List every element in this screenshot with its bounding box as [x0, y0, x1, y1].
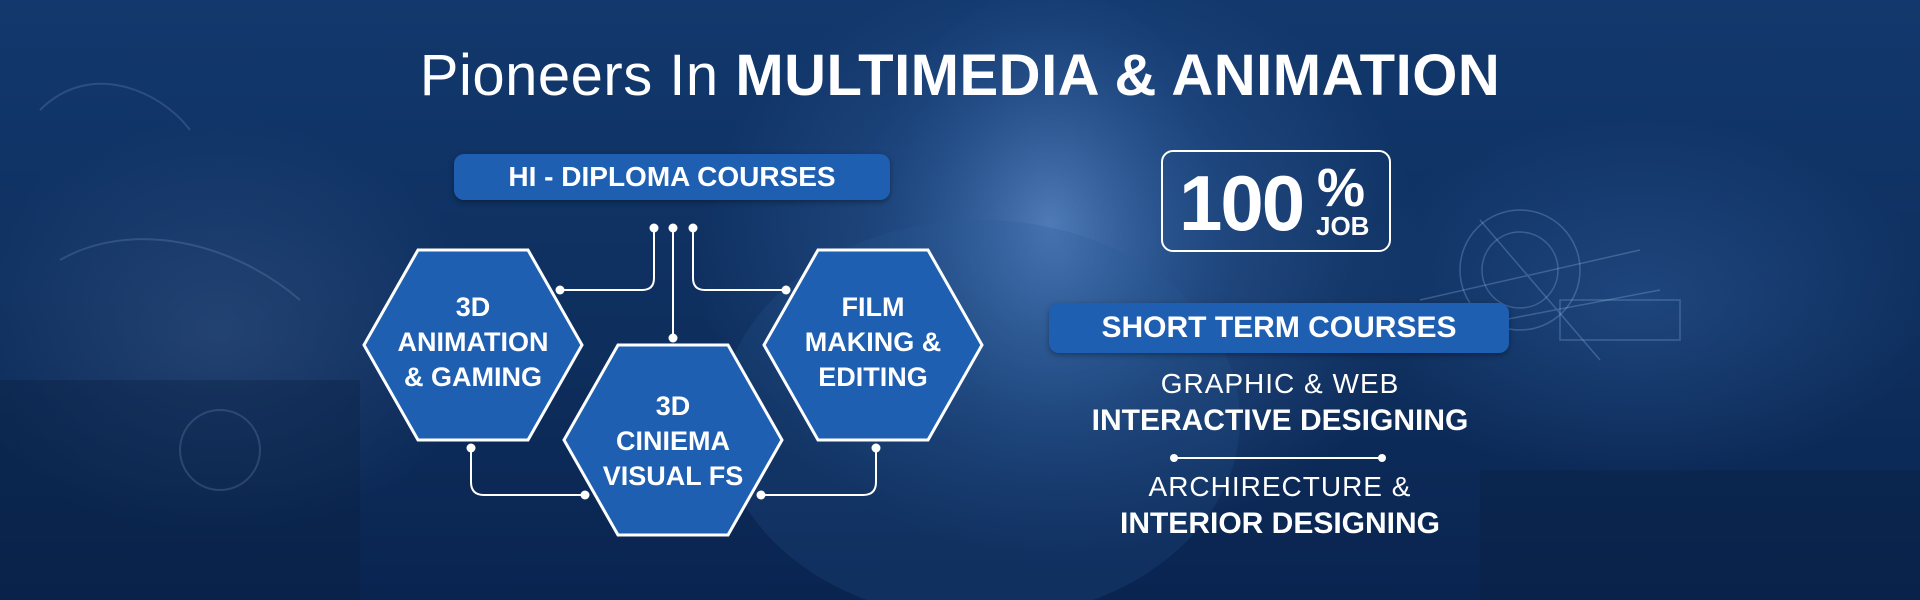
percent-sign: % [1317, 158, 1366, 218]
course-hexagon-label: 3D ANIMATION & GAMING [362, 290, 584, 395]
hex-line: 3D [655, 391, 691, 421]
hex-line: ANIMATION [397, 327, 549, 357]
short-course-title: INTERIOR DESIGNING [1119, 507, 1441, 540]
hex-line: EDITING [818, 362, 928, 392]
short-course-line: GRAPHIC & WEB [1160, 368, 1400, 399]
hex-line: & GAMING [404, 362, 542, 392]
short-course-title: INTERACTIVE DESIGNING [1091, 404, 1469, 437]
connector-dot [871, 443, 881, 453]
course-hexagon-label: 3D CINIEMA VISUAL FS [562, 389, 784, 494]
connector-dot [688, 223, 698, 233]
job-guarantee-badge: 100 % JOB [1161, 150, 1391, 252]
course-divider [1174, 457, 1382, 459]
job-percentage-number: 100 [1179, 159, 1305, 247]
hex-line: VISUAL FS [602, 461, 744, 491]
connector-dot [668, 223, 678, 233]
hex-line: FILM [841, 292, 905, 322]
hex-line: CINIEMA [616, 426, 730, 456]
course-hexagon-3d-animation[interactable]: 3D ANIMATION & GAMING [362, 248, 584, 442]
connector-dot [649, 223, 659, 233]
course-hexagon-label: FILM MAKING & EDITING [762, 290, 984, 395]
course-hexagon-3d-cinema[interactable]: 3D CINIEMA VISUAL FS [562, 343, 784, 537]
short-course-line: ARCHIRECTURE & [1148, 471, 1412, 502]
connector-dot [466, 443, 476, 453]
connector-dot [668, 333, 678, 343]
divider-dot [1378, 454, 1386, 462]
job-label: JOB [1316, 211, 1370, 241]
course-hexagon-film-making[interactable]: FILM MAKING & EDITING [762, 248, 984, 442]
divider-dot [1170, 454, 1178, 462]
hero-banner: Pioneers In MULTIMEDIA & ANIMATION HI - … [0, 0, 1920, 600]
hex-line: MAKING & [804, 327, 942, 357]
hex-line: 3D [455, 292, 491, 322]
short-term-courses-heading: SHORT TERM COURSES [1049, 303, 1509, 353]
